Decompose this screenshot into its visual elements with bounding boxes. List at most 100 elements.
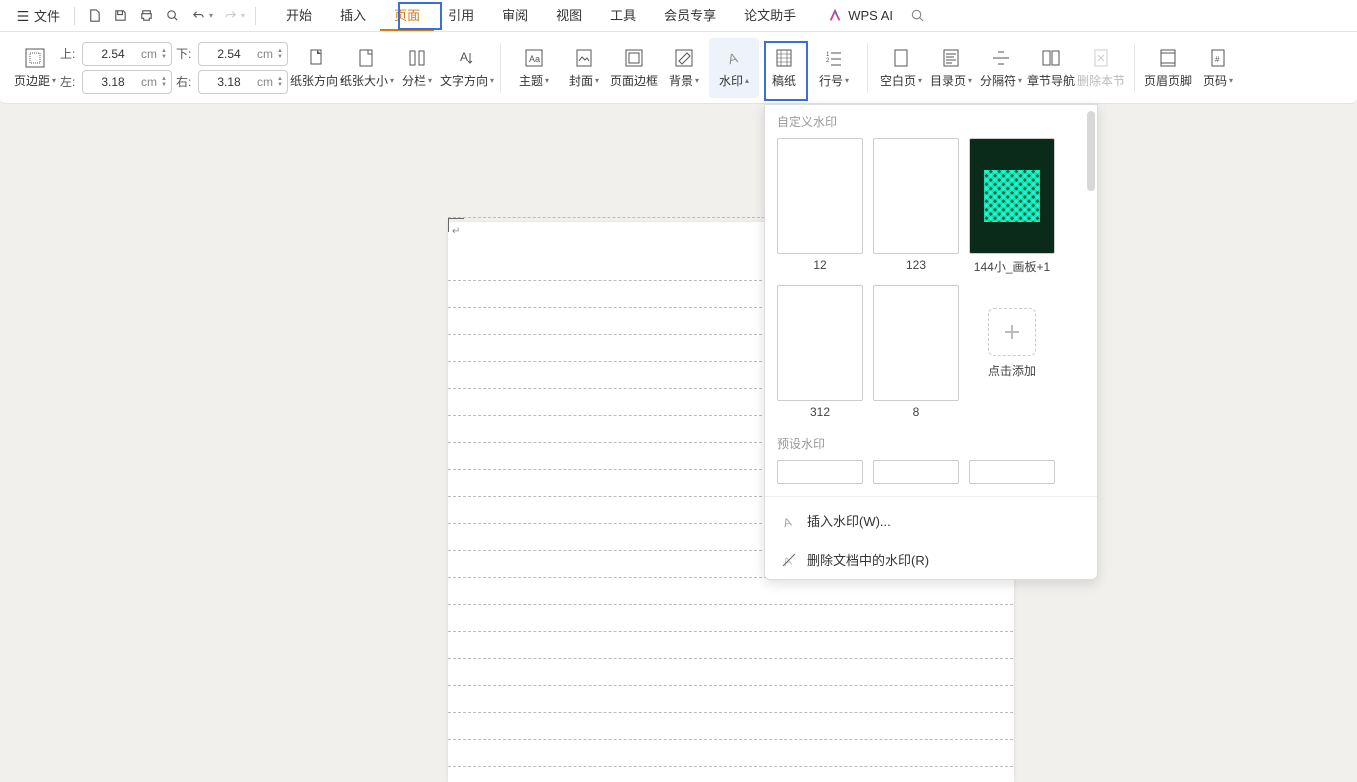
- chevron-down-icon: ▾: [52, 76, 56, 85]
- svg-text:A: A: [782, 514, 793, 528]
- tab-tools[interactable]: 工具: [596, 1, 650, 31]
- theme-icon: Aa: [523, 46, 545, 70]
- tab-member[interactable]: 会员专享: [650, 1, 730, 31]
- header-footer-icon: [1157, 46, 1179, 70]
- remove-watermark-label: 删除文档中的水印(R): [807, 550, 929, 569]
- paper-direction-button[interactable]: 纸张方向▾: [292, 38, 342, 98]
- page-margin-icon: [24, 46, 46, 70]
- toc-page-button[interactable]: 目录页▾: [926, 38, 976, 98]
- tab-insert[interactable]: 插入: [326, 1, 380, 31]
- save-button[interactable]: [107, 3, 133, 29]
- line-number-button[interactable]: 12 行号▾: [809, 38, 859, 98]
- wps-ai-button[interactable]: WPS AI: [828, 8, 893, 23]
- separator-button[interactable]: 分隔符▾: [976, 38, 1026, 98]
- preview-button[interactable]: [159, 3, 185, 29]
- cover-button[interactable]: 封面▾: [559, 38, 609, 98]
- draft-paper-button[interactable]: 稿纸: [759, 38, 809, 98]
- remove-watermark-action[interactable]: A 删除文档中的水印(R): [765, 540, 1097, 579]
- margin-right-label: 右:: [176, 73, 194, 90]
- toc-page-label: 目录页: [930, 72, 966, 89]
- watermark-item-12[interactable]: 12: [777, 138, 863, 275]
- scrollbar[interactable]: [1087, 111, 1095, 191]
- text-cursor: ↵: [452, 226, 460, 237]
- preset-watermark-item[interactable]: [873, 460, 959, 484]
- page-margin-label: 页边距: [14, 72, 50, 89]
- margin-left-label: 左:: [60, 73, 78, 90]
- margin-top-input[interactable]: 2.54cm▲▼: [82, 42, 172, 66]
- remove-watermark-icon: A: [781, 552, 797, 568]
- tab-reference[interactable]: 引用: [434, 1, 488, 31]
- watermark-thumb: [777, 138, 863, 254]
- watermark-thumb: [873, 460, 959, 484]
- page-border-icon: [623, 46, 645, 70]
- margin-right-input[interactable]: 3.18cm▲▼: [198, 70, 288, 94]
- file-menu[interactable]: 文件: [8, 3, 68, 29]
- background-button[interactable]: 背景▾: [659, 38, 709, 98]
- page-border-button[interactable]: 页面边框: [609, 38, 659, 98]
- redo-caret[interactable]: ▾: [241, 11, 245, 20]
- tab-start[interactable]: 开始: [272, 1, 326, 31]
- spinner-icon[interactable]: ▲▼: [161, 48, 167, 60]
- paper-size-button[interactable]: 纸张大小▾: [342, 38, 392, 98]
- wps-ai-label: WPS AI: [848, 8, 893, 23]
- separator: [74, 7, 75, 25]
- watermark-item-144[interactable]: 144小_画板+1: [969, 138, 1055, 275]
- tab-thesis[interactable]: 论文助手: [730, 1, 810, 31]
- separator: [765, 496, 1097, 497]
- delete-section-button: 删除本节: [1076, 38, 1126, 98]
- svg-text:A: A: [726, 49, 740, 67]
- toc-page-icon: [940, 46, 962, 70]
- line-number-icon: 12: [823, 46, 845, 70]
- preset-watermark-item[interactable]: [777, 460, 863, 484]
- preset-watermark-header: 预设水印: [765, 427, 1097, 456]
- header-footer-button[interactable]: 页眉页脚: [1143, 38, 1193, 98]
- watermark-thumb: [969, 138, 1055, 254]
- columns-button[interactable]: 分栏▾: [392, 38, 442, 98]
- page-number-icon: #: [1207, 46, 1229, 70]
- background-icon: [673, 46, 695, 70]
- svg-text:#: #: [1215, 55, 1220, 64]
- insert-watermark-action[interactable]: A 插入水印(W)...: [765, 501, 1097, 540]
- wps-ai-icon: [828, 9, 842, 23]
- undo-button[interactable]: [185, 3, 211, 29]
- draft-paper-icon: [773, 46, 795, 70]
- add-watermark-label: 点击添加: [988, 362, 1036, 379]
- chapter-nav-button[interactable]: 章节导航: [1026, 38, 1076, 98]
- watermark-thumb: [777, 460, 863, 484]
- margin-left-input[interactable]: 3.18cm▲▼: [82, 70, 172, 94]
- preset-watermark-item[interactable]: [969, 460, 1055, 484]
- delete-section-label: 删除本节: [1077, 72, 1125, 89]
- theme-button[interactable]: Aa 主题▾: [509, 38, 559, 98]
- tab-page[interactable]: 页面: [380, 1, 434, 31]
- custom-watermark-header: 自定义水印: [765, 105, 1097, 134]
- watermark-icon: A: [781, 513, 797, 529]
- new-doc-button[interactable]: [81, 3, 107, 29]
- separator-icon: [990, 46, 1012, 70]
- separator: [867, 43, 868, 93]
- margin-bottom-input[interactable]: 2.54cm▲▼: [198, 42, 288, 66]
- redo-button[interactable]: [217, 3, 243, 29]
- theme-label: 主题: [519, 72, 543, 89]
- add-watermark-button[interactable]: 点击添加: [969, 285, 1055, 401]
- undo-caret[interactable]: ▾: [209, 11, 213, 20]
- spinner-icon[interactable]: ▲▼: [161, 76, 167, 88]
- watermark-item-312[interactable]: 312: [777, 285, 863, 419]
- tab-view[interactable]: 视图: [542, 1, 596, 31]
- tab-review[interactable]: 审阅: [488, 1, 542, 31]
- margin-bottom-label: 下:: [176, 45, 194, 62]
- spinner-icon[interactable]: ▲▼: [277, 48, 283, 60]
- page-number-button[interactable]: # 页码▾: [1193, 38, 1243, 98]
- svg-text:A: A: [460, 50, 468, 64]
- spinner-icon[interactable]: ▲▼: [277, 76, 283, 88]
- blank-page-button[interactable]: 空白页▾: [876, 38, 926, 98]
- page-margin-button[interactable]: 页边距▾: [10, 38, 60, 98]
- watermark-thumb: [873, 138, 959, 254]
- text-direction-button[interactable]: A 文字方向▾: [442, 38, 492, 98]
- search-button[interactable]: [905, 3, 931, 29]
- print-button[interactable]: [133, 3, 159, 29]
- watermark-item-8[interactable]: 8: [873, 285, 959, 419]
- paper-direction-label: 纸张方向: [290, 72, 338, 89]
- watermark-item-123[interactable]: 123: [873, 138, 959, 275]
- watermark-button[interactable]: A 水印▴: [709, 38, 759, 98]
- draft-paper-label: 稿纸: [772, 72, 796, 89]
